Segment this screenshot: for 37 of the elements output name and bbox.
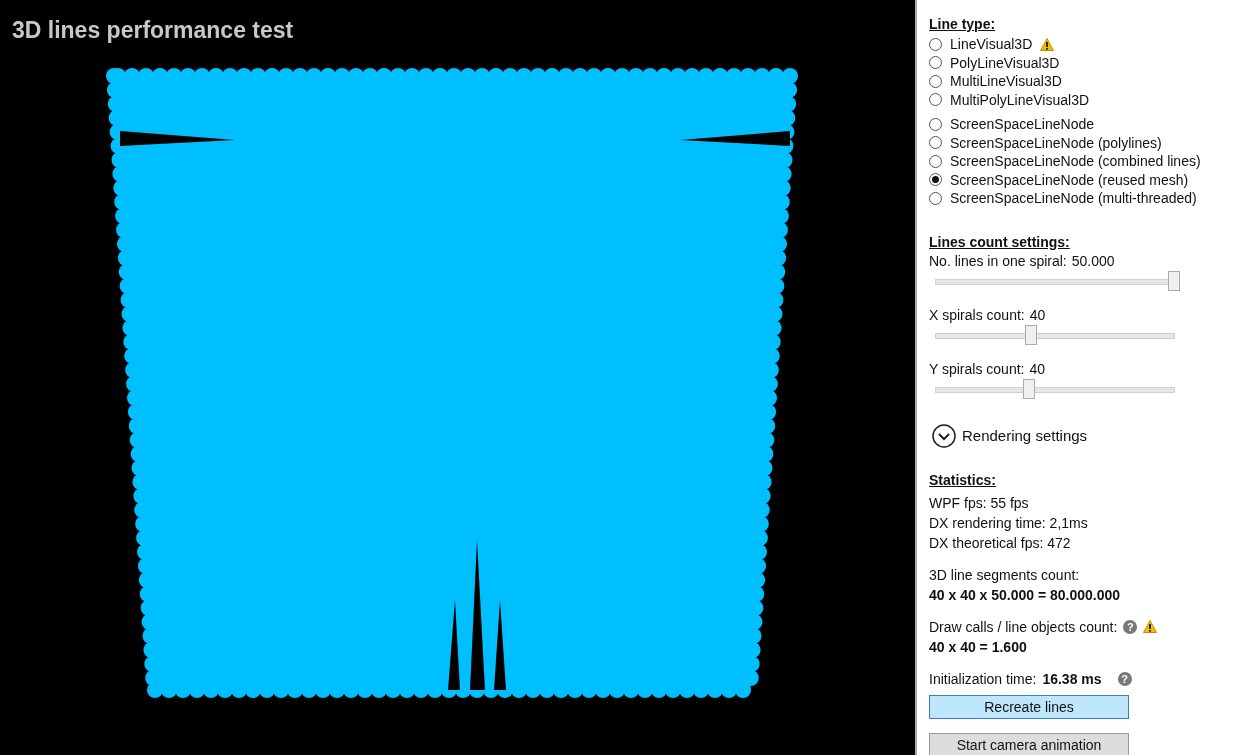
slider-value: 40: [1029, 306, 1046, 323]
radio-label[interactable]: MultiPolyLineVisual3D: [950, 91, 1090, 108]
stat-label: 3D line segments count:: [929, 565, 1081, 585]
radio-label[interactable]: LineVisual3D: [950, 36, 1033, 53]
slider-thumb[interactable]: [1022, 378, 1035, 399]
section-heading: Lines count settings:: [929, 233, 1071, 250]
action-button[interactable]: Recreate lines: [929, 694, 1129, 719]
slider-label: X spirals count:: [929, 306, 1025, 323]
help-icon[interactable]: ?: [1117, 671, 1132, 686]
stat-value: 40 x 40 x 50.000 = 80.000.000: [929, 585, 1122, 605]
stat-text: WPF fps: 55 fps: [929, 493, 1030, 513]
section-heading: Line type:: [929, 16, 997, 32]
radio-label[interactable]: ScreenSpaceLineNode (multi-threaded): [950, 190, 1197, 207]
radio-label[interactable]: ScreenSpaceLineNode (combined lines): [950, 153, 1201, 170]
radio-label[interactable]: PolyLineVisual3D: [950, 54, 1060, 71]
stat-label: Initialization time:: [929, 669, 1037, 689]
slider-label: Y spirals count:: [929, 360, 1025, 377]
radio-label[interactable]: ScreenSpaceLineNode (reused mesh): [950, 171, 1189, 188]
viewport-title: 3D lines performance test: [12, 17, 294, 44]
slider-value: 40: [1029, 360, 1046, 377]
stat-text: DX rendering time: 2,1ms: [929, 513, 1089, 533]
stat-value: 16.38 ms: [1042, 669, 1102, 689]
slider-value: 50.000: [1071, 252, 1115, 269]
slider-thumb[interactable]: [1025, 324, 1038, 345]
expander-label[interactable]: Rendering settings: [962, 427, 1088, 444]
slider-thumb[interactable]: [1168, 270, 1180, 291]
help-icon[interactable]: ?: [1123, 619, 1138, 634]
chevron-circle-icon[interactable]: [932, 423, 956, 448]
radio-label[interactable]: ScreenSpaceLineNode: [950, 116, 1094, 133]
action-button[interactable]: Start camera animation: [929, 732, 1129, 755]
radio-label[interactable]: MultiLineVisual3D: [950, 73, 1062, 90]
section-heading: Statistics:: [929, 471, 997, 488]
slider-label: No. lines in one spiral:: [929, 252, 1067, 269]
stat-label: Draw calls / line objects count:: [929, 617, 1118, 637]
radio-label[interactable]: ScreenSpaceLineNode (polylines): [950, 134, 1162, 151]
stat-text: DX theoretical fps: 472: [929, 533, 1072, 553]
stat-value: 40 x 40 = 1.600: [929, 637, 1028, 657]
